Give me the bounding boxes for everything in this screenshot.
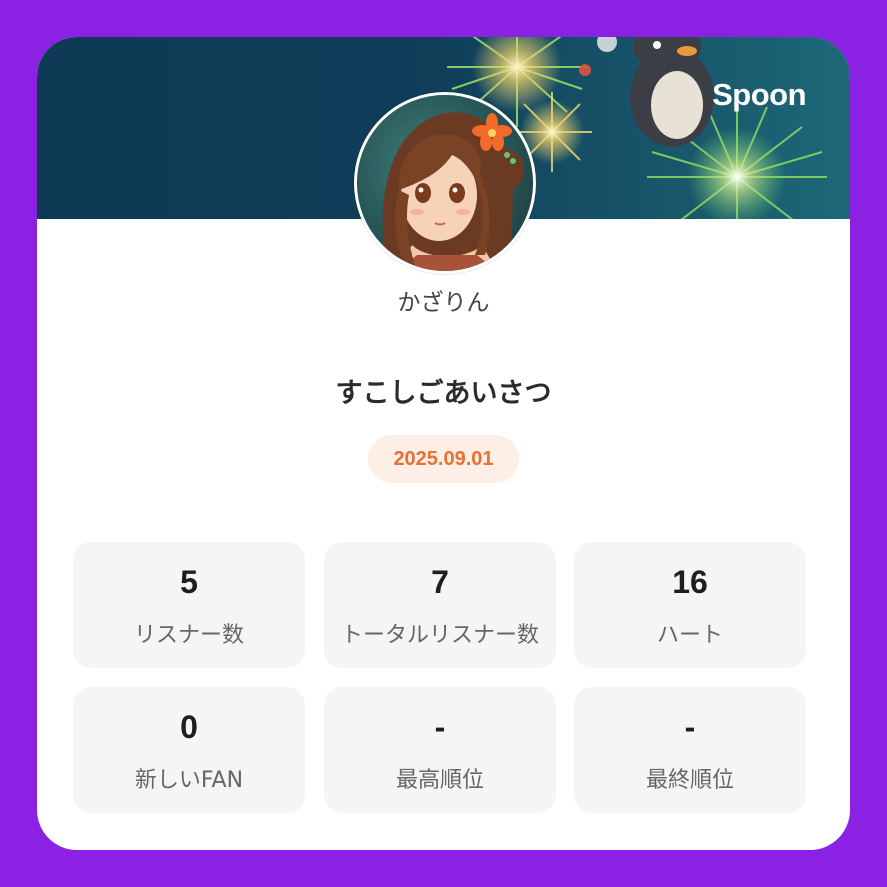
stat-value: - [684, 709, 696, 745]
stat-value: 5 [180, 564, 198, 600]
stat-label: トータルリスナー数 [340, 623, 539, 648]
stat-value: 7 [431, 564, 449, 600]
stat-label: 新しいFAN [134, 768, 244, 793]
anime-girl-avatar-icon [357, 95, 533, 271]
broadcast-date-badge: 2025.09.01 [368, 435, 519, 483]
profile-username: かざりん [397, 290, 490, 316]
stat-final-rank: - 最終順位 [574, 687, 806, 813]
spoon-logo: Spoon [712, 77, 806, 112]
broadcast-title: すこしごあいさつ [335, 378, 552, 409]
stat-label: 最高順位 [395, 768, 484, 793]
stat-value: 16 [672, 564, 708, 600]
profile-avatar [354, 92, 536, 274]
stat-value: 0 [180, 709, 198, 745]
stat-label: リスナー数 [133, 623, 244, 648]
stat-listeners: 5 リスナー数 [73, 542, 305, 668]
stat-new-fans: 0 新しいFAN [73, 687, 305, 813]
stat-value: - [434, 709, 446, 745]
summary-card: Spoon かざりん すこしごあいさつ 2025.09.01 5 リスナー数 7… [37, 37, 850, 850]
stat-highest-rank: - 最高順位 [324, 687, 556, 813]
stat-hearts: 16 ハート [574, 542, 806, 668]
stat-total-listeners: 7 トータルリスナー数 [324, 542, 556, 668]
stat-label: ハート [656, 623, 723, 648]
stat-label: 最終順位 [645, 768, 734, 793]
